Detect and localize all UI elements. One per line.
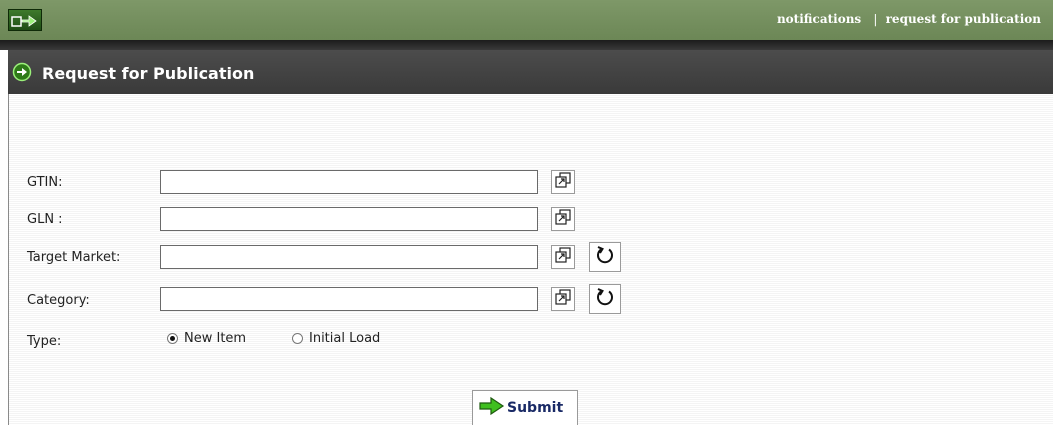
request-form: GTIN: GLN : Target Market: Category: Typ… bbox=[8, 94, 1053, 425]
reset-icon bbox=[594, 244, 616, 270]
target-market-input[interactable] bbox=[160, 245, 538, 269]
new-item-radio[interactable] bbox=[167, 333, 178, 344]
lookup-icon bbox=[555, 172, 571, 192]
category-input[interactable] bbox=[160, 287, 538, 311]
notifications-link[interactable]: notifications bbox=[777, 12, 861, 26]
header-shadow bbox=[0, 40, 1053, 50]
top-header-bar: notifications | request for publication bbox=[0, 0, 1053, 40]
header-links: notifications | request for publication bbox=[777, 12, 1041, 26]
gln-label: GLN : bbox=[27, 212, 63, 227]
gtin-lookup-button[interactable] bbox=[551, 170, 575, 194]
page-title: Request for Publication bbox=[42, 64, 255, 83]
submit-button[interactable]: Submit bbox=[472, 390, 578, 425]
target-market-lookup-button[interactable] bbox=[551, 245, 575, 269]
gtin-label: GTIN: bbox=[27, 175, 63, 190]
lookup-icon bbox=[555, 289, 571, 309]
category-lookup-button[interactable] bbox=[551, 287, 575, 311]
circle-arrow-right-icon bbox=[12, 62, 32, 82]
app-logo-icon[interactable] bbox=[8, 9, 42, 31]
category-label: Category: bbox=[27, 293, 90, 308]
reset-icon bbox=[594, 286, 616, 312]
category-reset-button[interactable] bbox=[589, 284, 621, 314]
gtin-input[interactable] bbox=[160, 170, 538, 194]
initial-load-label: Initial Load bbox=[309, 331, 381, 346]
gln-input[interactable] bbox=[160, 207, 538, 231]
page-title-bar: Request for Publication bbox=[8, 50, 1053, 94]
type-option-initial-load[interactable]: Initial Load bbox=[292, 331, 380, 346]
new-item-label: New Item bbox=[184, 331, 247, 346]
link-separator: | bbox=[873, 12, 878, 26]
arrow-right-icon bbox=[479, 396, 505, 420]
type-option-new-item[interactable]: New Item bbox=[167, 331, 246, 346]
lookup-icon bbox=[555, 209, 571, 229]
initial-load-radio[interactable] bbox=[292, 333, 303, 344]
lookup-icon bbox=[555, 247, 571, 267]
target-market-reset-button[interactable] bbox=[589, 242, 621, 272]
submit-label: Submit bbox=[507, 400, 564, 416]
request-for-publication-link[interactable]: request for publication bbox=[886, 12, 1041, 26]
target-market-label: Target Market: bbox=[27, 250, 121, 265]
type-label: Type: bbox=[27, 334, 62, 349]
gln-lookup-button[interactable] bbox=[551, 207, 575, 231]
